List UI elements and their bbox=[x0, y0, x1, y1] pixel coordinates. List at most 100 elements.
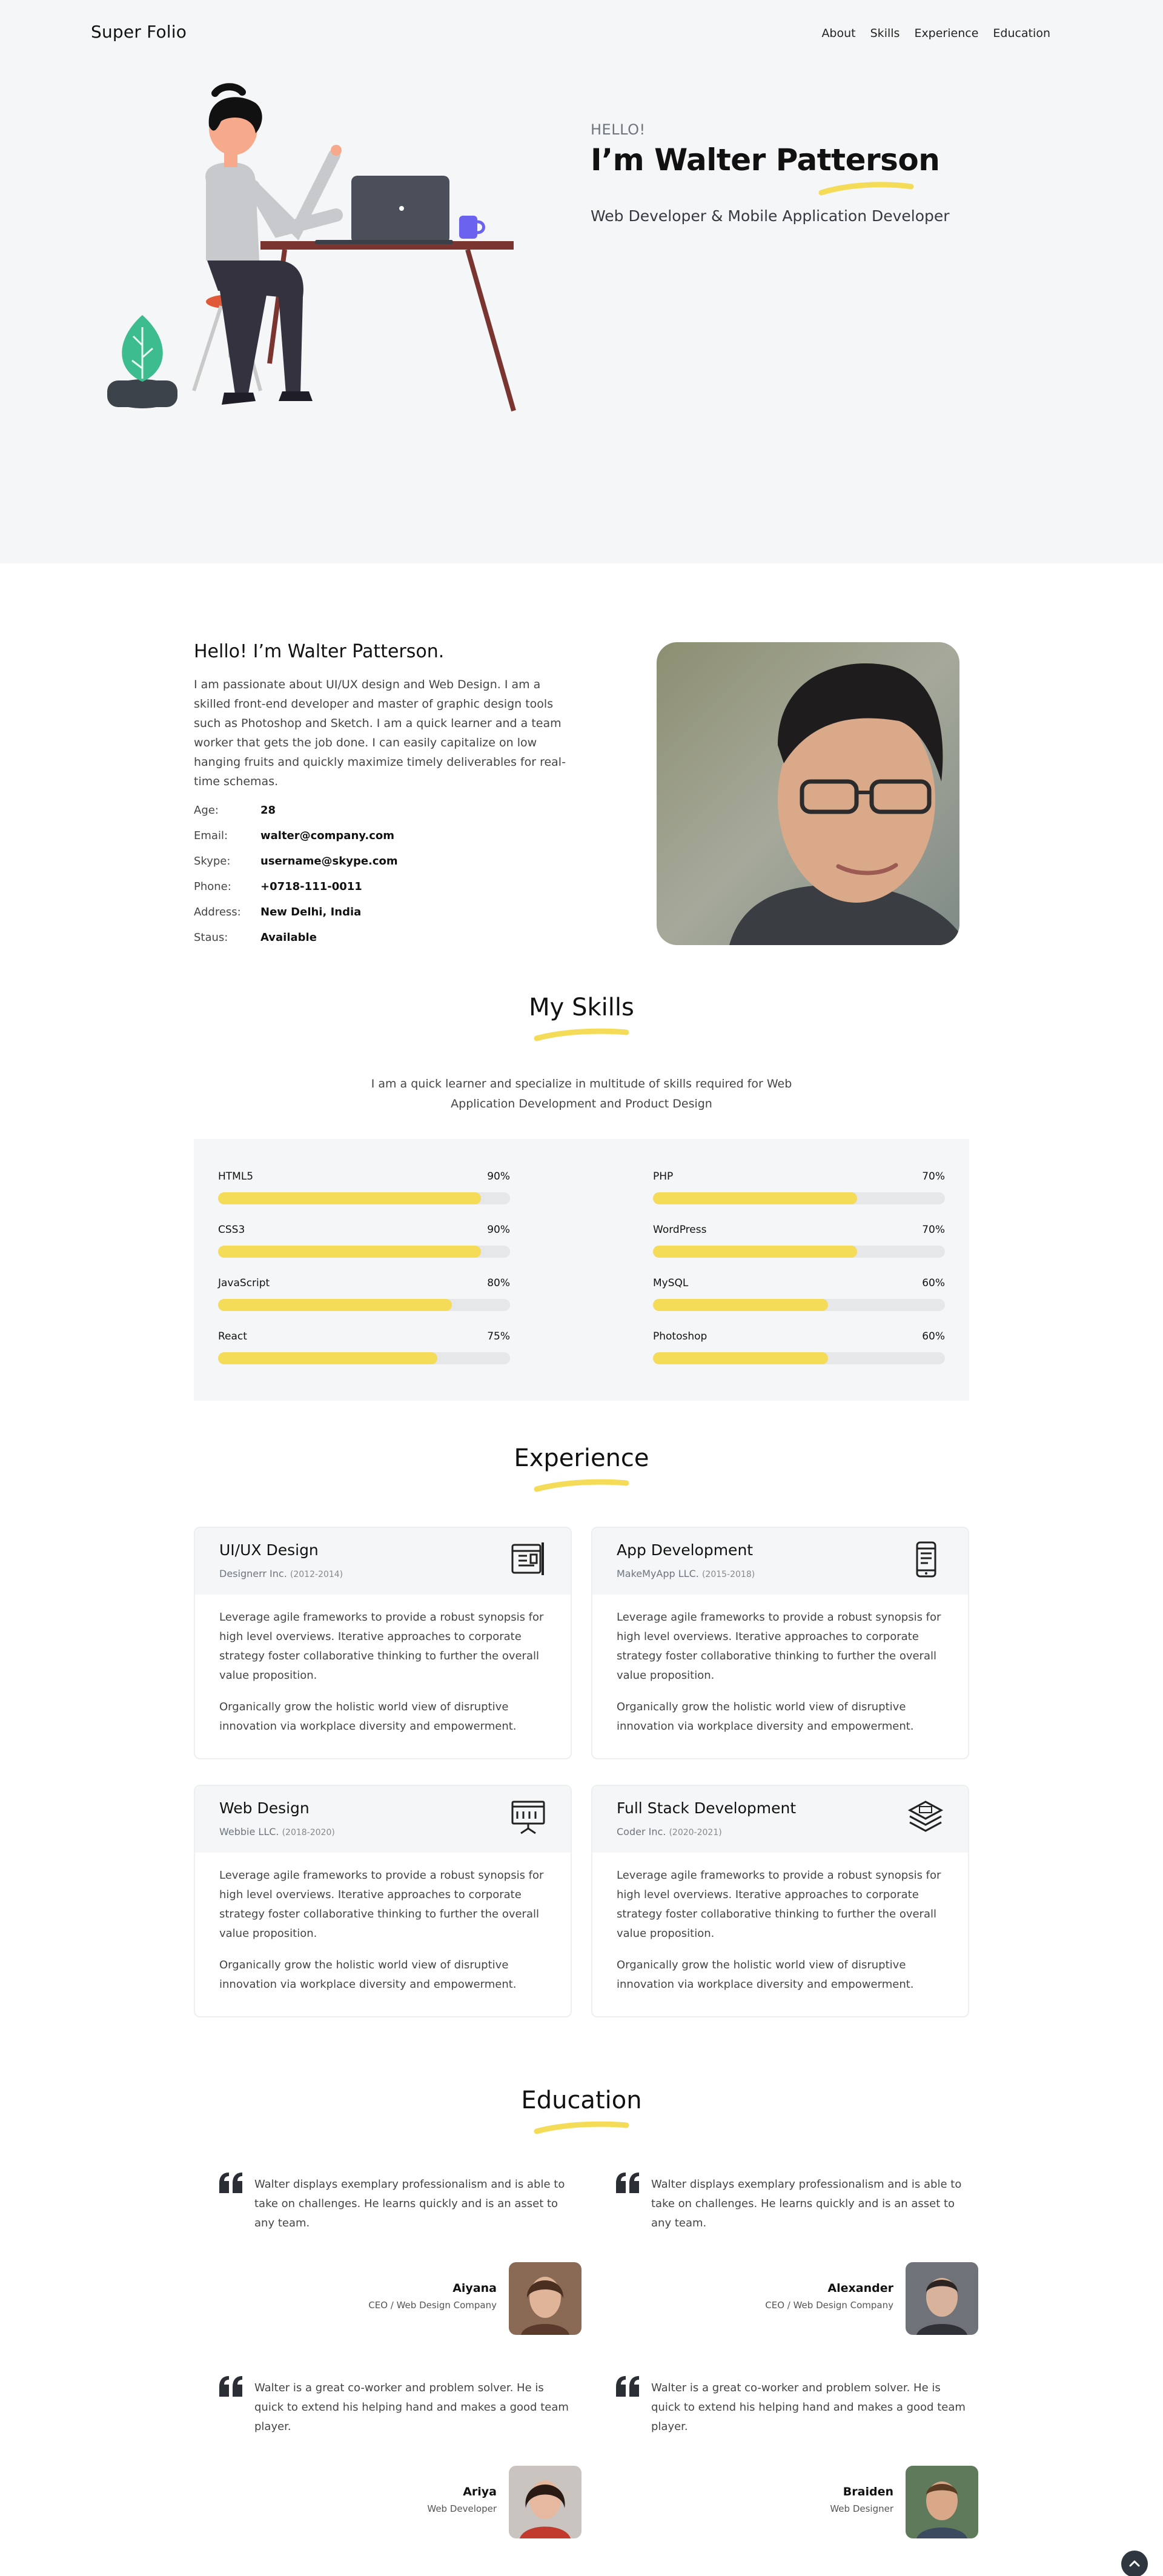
experience-company: Designerr Inc. (2012-2014) bbox=[219, 1568, 343, 1579]
skill-item: PHP 70% bbox=[653, 1170, 945, 1204]
nav-link-skills[interactable]: Skills bbox=[870, 27, 900, 40]
ui-design-icon bbox=[511, 1542, 544, 1575]
testimonial-text: Walter is a great co-worker and problem … bbox=[651, 2382, 966, 2433]
quote-icon bbox=[219, 2173, 242, 2193]
info-value: New Delhi, India bbox=[260, 905, 362, 918]
experience-card-header: App Development MakeMyApp LLC. (2015-201… bbox=[592, 1528, 968, 1595]
info-row-age: Age: 28 bbox=[194, 797, 398, 823]
experience-card: App Development MakeMyApp LLC. (2015-201… bbox=[591, 1527, 969, 1759]
skill-bar-track bbox=[218, 1246, 510, 1258]
developer-at-desk-illustration bbox=[107, 83, 516, 412]
testimonial-card: Walter is a great co-worker and problem … bbox=[615, 2375, 978, 2557]
avatar bbox=[509, 2466, 582, 2538]
skill-bar-track bbox=[653, 1299, 945, 1311]
info-label: Skype: bbox=[194, 854, 231, 868]
quote-icon bbox=[616, 2173, 639, 2193]
scroll-to-top-button[interactable] bbox=[1121, 2551, 1148, 2576]
testimonial-role: Web Developer bbox=[427, 2503, 497, 2514]
hero-wave-divider bbox=[0, 424, 1163, 515]
skill-name: JavaScript bbox=[218, 1277, 270, 1289]
experience-card: UI/UX Design Designerr Inc. (2012-2014) … bbox=[194, 1527, 572, 1759]
experience-card: Full Stack Development Coder Inc. (2020-… bbox=[591, 1785, 969, 2017]
experience-description: Leverage agile frameworks to provide a r… bbox=[219, 1869, 544, 1991]
experience-role: UI/UX Design bbox=[219, 1541, 319, 1559]
brand-logo[interactable]: Super Folio bbox=[91, 22, 187, 42]
nav-link-about[interactable]: About bbox=[821, 27, 855, 40]
skills-title: My Skills bbox=[529, 994, 634, 1021]
skill-name: Photoshop bbox=[653, 1330, 707, 1343]
skill-bar-fill bbox=[653, 1299, 829, 1311]
chevron-up-icon bbox=[1129, 2560, 1140, 2567]
info-row-status: Staus: Available bbox=[194, 925, 398, 950]
quote-icon bbox=[616, 2376, 639, 2397]
skill-bar-fill bbox=[653, 1352, 829, 1364]
nav-link-education[interactable]: Education bbox=[993, 27, 1050, 40]
info-label: Staus: bbox=[194, 931, 228, 944]
hero-title-underline bbox=[818, 182, 914, 196]
personal-info-list: Age: 28 Email: walter@company.com Skype: us… bbox=[194, 797, 398, 950]
about-title: Hello! I’m Walter Patterson. bbox=[194, 641, 445, 662]
skill-item: JavaScript 80% bbox=[218, 1277, 510, 1311]
skill-name: MySQL bbox=[653, 1277, 689, 1289]
testimonial-role: CEO / Web Design Company bbox=[765, 2300, 893, 2311]
info-value: +0718-111-0011 bbox=[260, 880, 362, 893]
skill-item: WordPress 70% bbox=[653, 1224, 945, 1258]
skill-name: React bbox=[218, 1330, 247, 1343]
skill-bar-track bbox=[218, 1352, 510, 1364]
testimonial-card: Walter is a great co-worker and problem … bbox=[218, 2375, 582, 2557]
skill-bar-track bbox=[653, 1246, 945, 1258]
avatar bbox=[906, 2466, 978, 2538]
testimonial-card: Walter displays exemplary professionalis… bbox=[218, 2171, 582, 2353]
skill-percent: 70% bbox=[922, 1224, 945, 1236]
info-row-skype: Skype: username@skype.com bbox=[194, 848, 398, 874]
testimonial-role: Web Designer bbox=[830, 2503, 893, 2514]
skill-item: HTML5 90% bbox=[218, 1170, 510, 1204]
testimonial-role: CEO / Web Design Company bbox=[368, 2300, 497, 2311]
skill-percent: 60% bbox=[922, 1330, 945, 1343]
skill-percent: 75% bbox=[487, 1330, 510, 1343]
info-label: Email: bbox=[194, 829, 228, 842]
skills-title-underline bbox=[534, 1028, 629, 1041]
info-value: Available bbox=[260, 931, 317, 944]
skill-bar-track bbox=[218, 1192, 510, 1204]
skill-percent: 70% bbox=[922, 1170, 945, 1183]
experience-title-underline bbox=[534, 1479, 629, 1492]
education-title: Education bbox=[521, 2086, 642, 2114]
skill-bar-fill bbox=[653, 1246, 858, 1258]
experience-title: Experience bbox=[514, 1444, 649, 1472]
nav-link-experience[interactable]: Experience bbox=[914, 27, 978, 40]
info-row-address: Address: New Delhi, India bbox=[194, 899, 398, 925]
experience-card-header: UI/UX Design Designerr Inc. (2012-2014) bbox=[195, 1528, 571, 1595]
experience-description: Leverage agile frameworks to provide a r… bbox=[617, 1869, 941, 1991]
experience-company: MakeMyApp LLC. (2015-2018) bbox=[617, 1568, 755, 1579]
info-label: Address: bbox=[194, 905, 241, 918]
skill-bar-fill bbox=[218, 1352, 437, 1364]
quote-icon bbox=[219, 2376, 242, 2397]
info-value: 28 bbox=[260, 803, 276, 817]
testimonial-name: Braiden bbox=[843, 2485, 893, 2498]
stack-layers-icon bbox=[907, 1801, 944, 1832]
experience-role: Full Stack Development bbox=[617, 1799, 797, 1817]
info-value[interactable]: walter@company.com bbox=[260, 829, 394, 842]
experience-role: Web Design bbox=[219, 1799, 310, 1817]
skill-name: HTML5 bbox=[218, 1170, 254, 1183]
skill-percent: 90% bbox=[487, 1224, 510, 1236]
top-navbar: Super Folio About Skills Experience Educ… bbox=[0, 0, 1163, 67]
hero-title: I’m Walter Patterson bbox=[591, 142, 940, 178]
skill-item: MySQL 60% bbox=[653, 1277, 945, 1311]
skills-panel: HTML5 90% PHP 70% CSS3 90% WordPress 70% Jav… bbox=[194, 1139, 969, 1401]
avatar bbox=[509, 2262, 582, 2335]
skill-item: React 75% bbox=[218, 1330, 510, 1364]
education-title-underline bbox=[534, 2121, 629, 2134]
experience-description: Leverage agile frameworks to provide a r… bbox=[617, 1611, 941, 1733]
skill-name: PHP bbox=[653, 1170, 674, 1183]
skill-bar-fill bbox=[218, 1299, 452, 1311]
hero-hello: HELLO! bbox=[591, 121, 646, 138]
main-menu: About Skills Experience Education bbox=[821, 27, 1050, 40]
info-label: Age: bbox=[194, 803, 219, 817]
experience-company: Webbie LLC. (2018-2020) bbox=[219, 1826, 335, 1837]
skill-bar-track bbox=[653, 1192, 945, 1204]
skill-bar-track bbox=[653, 1352, 945, 1364]
hero-subtitle: Web Developer & Mobile Application Devel… bbox=[591, 207, 950, 225]
experience-company: Coder Inc. (2020-2021) bbox=[617, 1826, 722, 1837]
